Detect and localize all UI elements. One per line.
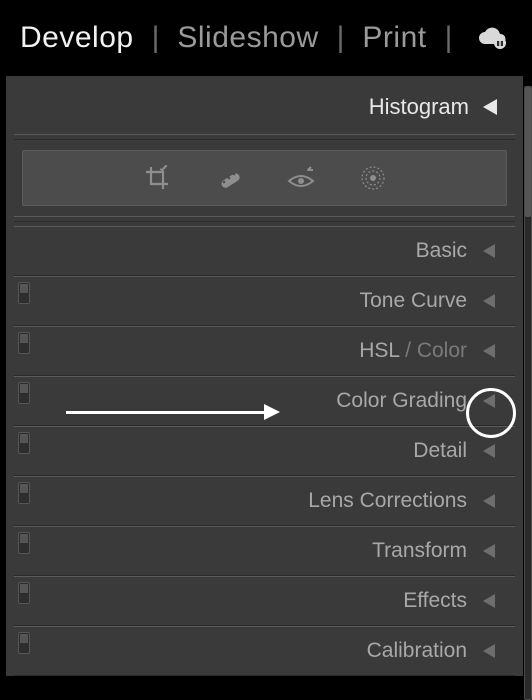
module-tab-print[interactable]: Print xyxy=(362,21,426,55)
disclosure-triangle-icon xyxy=(481,343,497,359)
disclosure-triangle-icon xyxy=(481,543,497,559)
module-tab-develop[interactable]: Develop xyxy=(20,21,134,55)
panel-toggle-switch[interactable] xyxy=(18,482,30,504)
develop-side-panel: Histogram xyxy=(6,76,523,676)
toolstrip xyxy=(22,150,507,206)
panel-transform[interactable]: Transform xyxy=(6,526,523,576)
panel-title: Calibration xyxy=(367,639,481,663)
panel-toggle-switch[interactable] xyxy=(18,582,30,604)
disclosure-triangle-icon xyxy=(481,443,497,459)
panel-title: Lens Corrections xyxy=(308,489,481,513)
panel-toggle-switch[interactable] xyxy=(18,532,30,554)
panel-toggle-switch[interactable] xyxy=(18,632,30,654)
module-separator: | xyxy=(319,21,363,55)
module-picker: Develop | Slideshow | Print | xyxy=(0,0,532,76)
scrollbar-thumb[interactable] xyxy=(525,87,531,217)
healing-tool-icon[interactable] xyxy=(215,164,243,192)
cloud-sync-icon[interactable] xyxy=(476,26,510,50)
panel-tone-curve[interactable]: Tone Curve xyxy=(6,276,523,326)
panel-toggle-switch[interactable] xyxy=(18,282,30,304)
panel-title: Basic xyxy=(416,239,481,263)
masking-tool-icon[interactable] xyxy=(359,164,387,192)
panel-title-main: HSL xyxy=(359,339,399,362)
module-tab-slideshow[interactable]: Slideshow xyxy=(177,21,318,55)
histogram-label: Histogram xyxy=(369,94,483,120)
disclosure-triangle-icon xyxy=(481,393,497,409)
panel-title: Detail xyxy=(413,439,481,463)
module-separator: | xyxy=(427,21,471,55)
disclosure-triangle-icon xyxy=(481,593,497,609)
panel-toggle-switch[interactable] xyxy=(18,382,30,404)
panel-detail[interactable]: Detail xyxy=(6,426,523,476)
crop-tool-icon[interactable] xyxy=(143,164,171,192)
panels-list: Basic Tone Curve HSL / Color Color Gradi… xyxy=(6,226,523,676)
disclosure-triangle-icon xyxy=(481,243,497,259)
disclosure-triangle-icon xyxy=(483,99,497,115)
panel-title: Transform xyxy=(372,539,481,563)
panel-histogram[interactable]: Histogram xyxy=(6,76,523,134)
panel-lens-corrections[interactable]: Lens Corrections xyxy=(6,476,523,526)
panel-toggle-switch[interactable] xyxy=(18,332,30,354)
toolstrip-container xyxy=(6,140,523,216)
disclosure-triangle-icon xyxy=(481,493,497,509)
panel-title-alt: Color xyxy=(417,339,467,362)
disclosure-triangle-icon xyxy=(481,293,497,309)
panel-basic[interactable]: Basic xyxy=(6,226,523,276)
panel-color-grading[interactable]: Color Grading xyxy=(6,376,523,426)
panel-calibration[interactable]: Calibration xyxy=(6,626,523,676)
panel-title: Effects xyxy=(403,589,481,613)
scrollbar[interactable] xyxy=(524,86,532,700)
panel-hsl-color[interactable]: HSL / Color xyxy=(6,326,523,376)
panel-title: Color Grading xyxy=(336,389,481,413)
panel-title: HSL / Color xyxy=(359,339,481,363)
panel-title: Tone Curve xyxy=(360,289,481,313)
panel-toggle-switch[interactable] xyxy=(18,432,30,454)
module-separator: | xyxy=(134,21,178,55)
panel-effects[interactable]: Effects xyxy=(6,576,523,626)
disclosure-triangle-icon xyxy=(481,643,497,659)
divider xyxy=(14,216,515,222)
redeye-tool-icon[interactable] xyxy=(287,164,315,192)
panel-title-sep: / xyxy=(399,339,417,362)
